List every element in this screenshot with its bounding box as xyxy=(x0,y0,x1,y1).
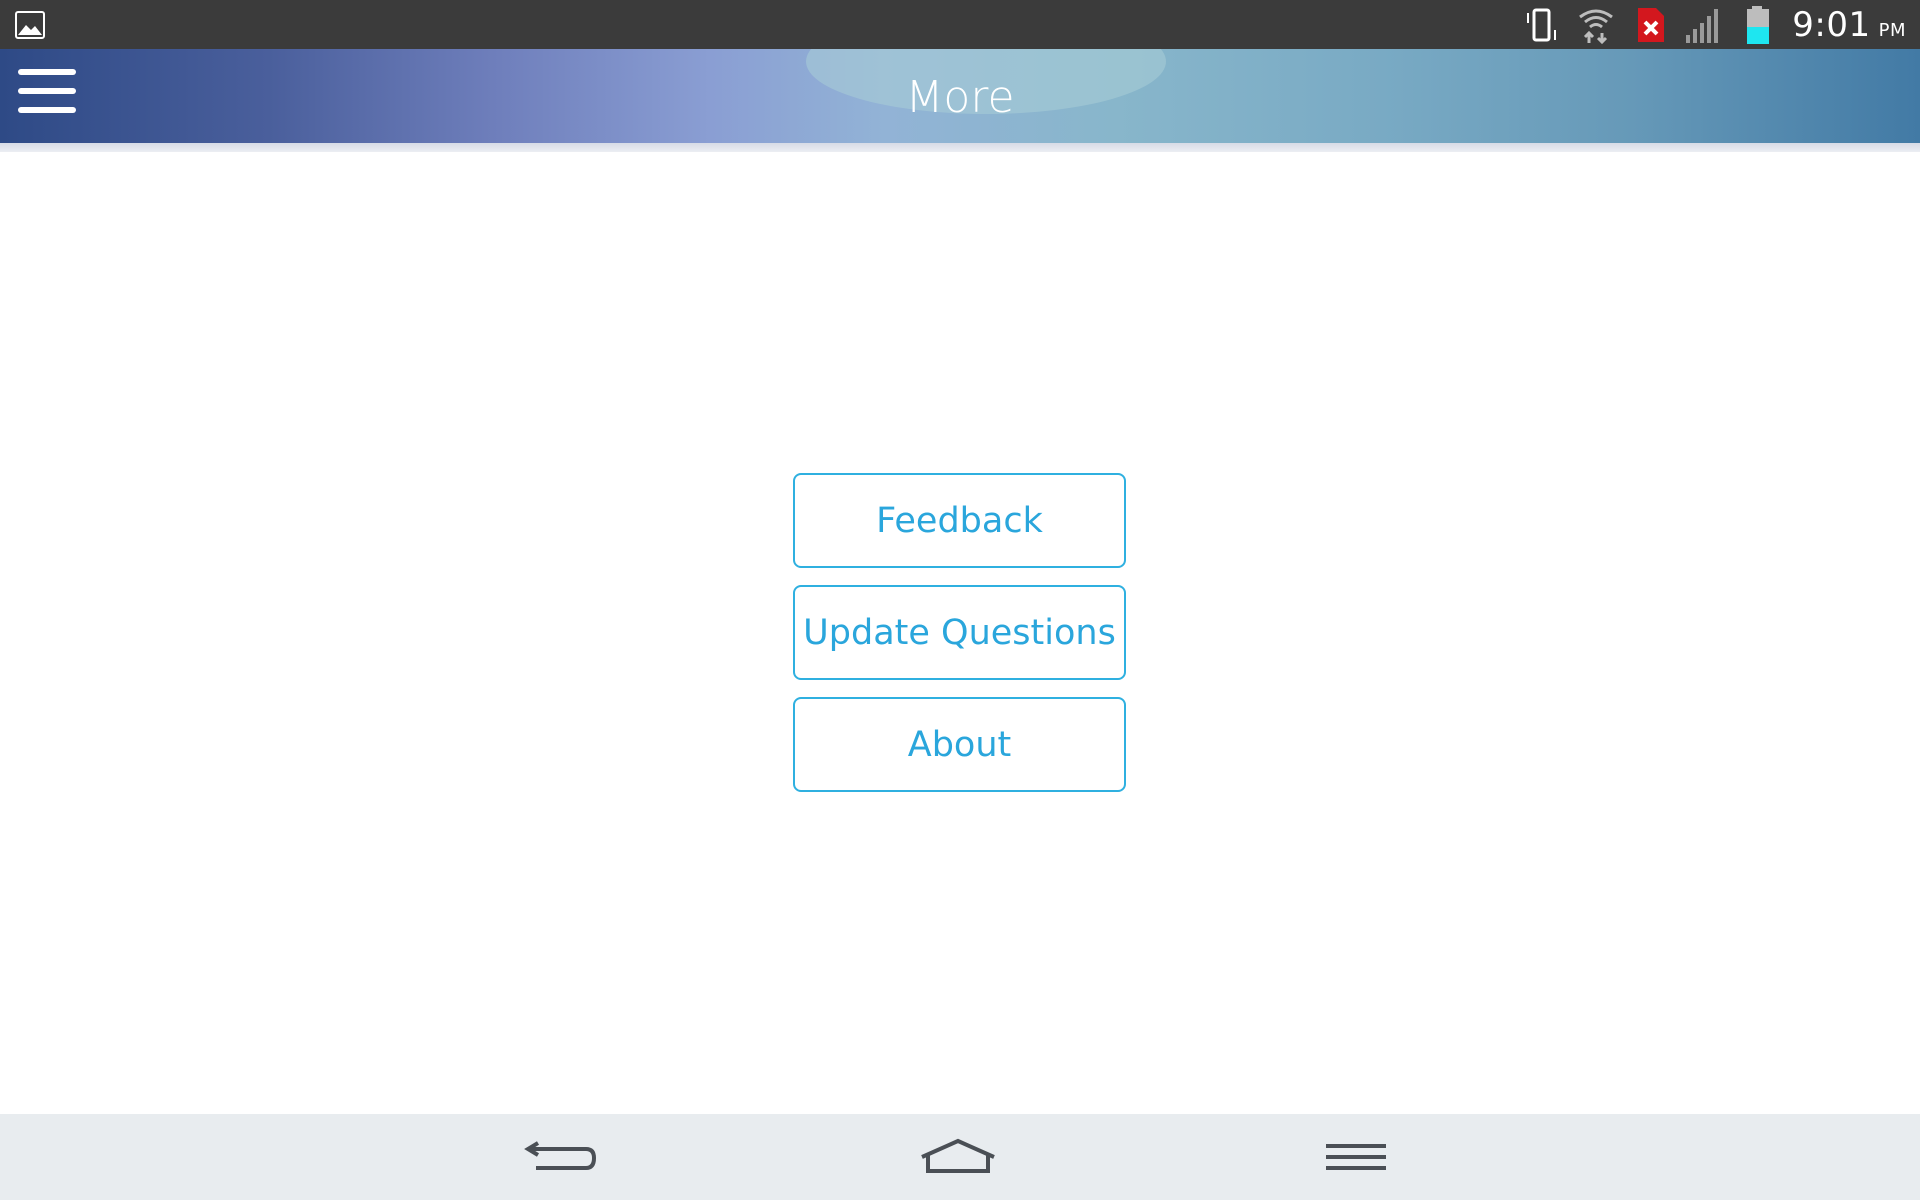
status-bar: 9:01 PM xyxy=(0,0,1920,49)
menu-icon[interactable] xyxy=(1316,1132,1396,1182)
clock-time: 9:01 xyxy=(1792,4,1871,45)
page-title: More xyxy=(905,72,1015,123)
vibrate-icon xyxy=(1527,8,1557,41)
wifi-icon xyxy=(1579,9,1614,44)
status-icons: 9:01 PM xyxy=(1522,0,1906,49)
app-header: More xyxy=(0,49,1920,143)
header-divider xyxy=(0,143,1920,152)
signal-icon xyxy=(1686,8,1719,43)
about-button[interactable]: About xyxy=(793,697,1126,792)
clock: 9:01 PM xyxy=(1792,5,1906,45)
navigation-bar xyxy=(0,1114,1920,1200)
back-icon[interactable] xyxy=(522,1132,602,1182)
more-menu: Feedback Update Questions About xyxy=(793,473,1126,792)
update-questions-button[interactable]: Update Questions xyxy=(793,585,1126,680)
sim-error-icon xyxy=(1638,7,1665,42)
home-icon[interactable] xyxy=(918,1132,998,1182)
feedback-button[interactable]: Feedback xyxy=(793,473,1126,568)
gallery-icon xyxy=(15,11,45,39)
battery-icon xyxy=(1747,5,1770,44)
clock-ampm: PM xyxy=(1878,19,1906,41)
